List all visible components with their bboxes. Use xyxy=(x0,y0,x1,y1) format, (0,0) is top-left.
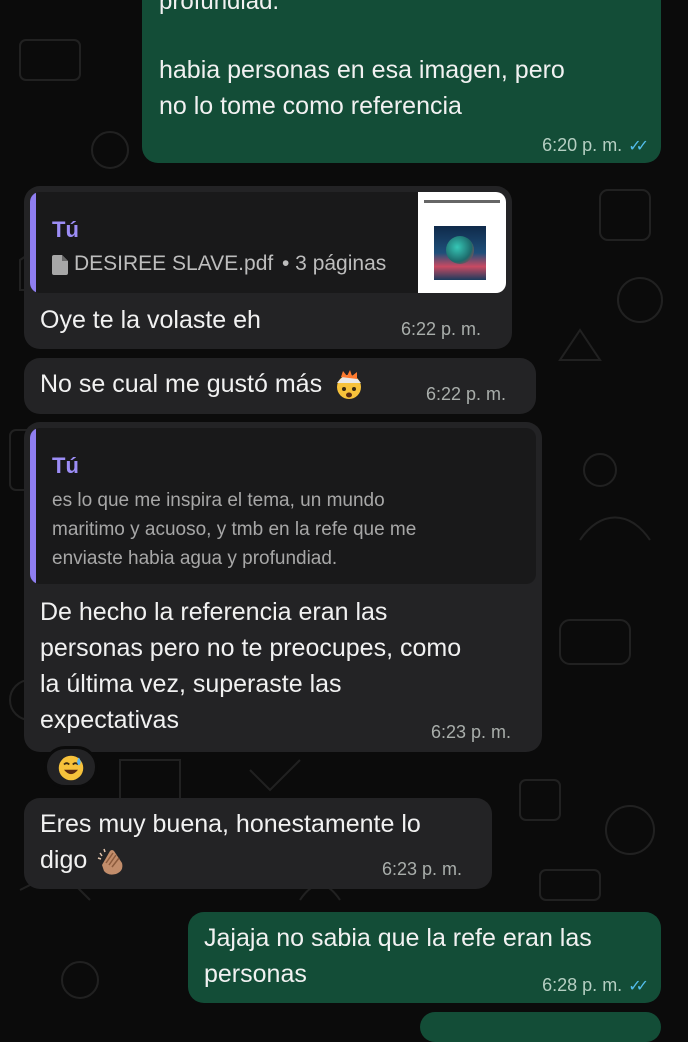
quote-accent-bar xyxy=(30,428,36,584)
document-thumbnail[interactable] xyxy=(418,192,506,293)
quoted-message[interactable]: Tú es lo que me inspira el tema, un mund… xyxy=(30,428,536,584)
read-receipt-icon: ✓✓ xyxy=(628,978,649,995)
message-text: habia personas en esa imagen, pero xyxy=(159,56,565,84)
message-text: digo xyxy=(40,842,128,878)
message-time: 6:22 p. m. xyxy=(401,319,482,339)
quote-text-line: es lo que me inspira el tema, un mundo xyxy=(52,490,385,511)
message-text: personas pero no te preocupes, como xyxy=(40,634,462,662)
message-text: no lo tome como referencia xyxy=(159,92,462,120)
message-text-content: No se cual me gustó más xyxy=(40,370,323,398)
message-bubble-incoming[interactable]: No se cual me gustó más 6:22 p. m. xyxy=(24,358,536,414)
reaction-badge[interactable] xyxy=(44,746,98,788)
quoted-message[interactable]: Tú DESIREE SLAVE.pdf • 3 páginas xyxy=(30,192,506,293)
quote-author: Tú xyxy=(52,217,79,242)
message-time: 6:23 p. m. xyxy=(431,722,512,742)
message-text: No se cual me gustó más xyxy=(40,366,365,402)
read-receipt-icon: ✓✓ xyxy=(628,138,649,155)
message-text: personas xyxy=(204,960,307,988)
quote-text-line: maritimo y acuoso, y tmb en la refe que … xyxy=(52,519,417,540)
message-meta: 6:20 p. m. ✓✓ xyxy=(542,135,649,156)
message-bubble-incoming[interactable]: Tú DESIREE SLAVE.pdf • 3 páginas Oye te … xyxy=(24,186,512,349)
message-time: 6:22 p. m. xyxy=(426,384,507,404)
thumbnail-artwork xyxy=(434,226,486,280)
message-bubble-incoming[interactable]: Tú es lo que me inspira el tema, un mund… xyxy=(24,422,542,752)
document-icon xyxy=(52,255,68,275)
quote-text-line: enviaste habia agua y profundiad. xyxy=(52,548,338,569)
message-text: la última vez, superaste las xyxy=(40,670,342,698)
thumbnail-header-line xyxy=(424,200,500,203)
message-text-content: digo xyxy=(40,846,88,874)
message-time: 6:23 p. m. xyxy=(382,859,463,879)
message-bubble-outgoing[interactable]: profundiad. habia personas en esa imagen… xyxy=(142,0,661,163)
message-meta: 6:28 p. m. ✓✓ xyxy=(542,975,649,996)
exploding-head-icon xyxy=(337,370,362,400)
message-bubble-outgoing[interactable]: Jajaja no sabia que la refe eran las per… xyxy=(188,912,661,1003)
message-bubble-incoming[interactable]: Eres muy buena, honestamente lo digo 6:2… xyxy=(24,798,492,889)
quote-author: Tú xyxy=(52,453,79,478)
sweat-smile-icon xyxy=(58,755,84,781)
message-time: 6:28 p. m. xyxy=(542,975,623,995)
clapping-hands-icon xyxy=(97,849,123,875)
quote-accent-bar xyxy=(30,192,36,293)
message-text: Oye te la volaste eh xyxy=(40,306,261,334)
message-text: Jajaja no sabia que la refe eran las xyxy=(204,924,592,952)
file-pages: • 3 páginas xyxy=(282,252,387,275)
message-text: expectativas xyxy=(40,706,179,734)
file-name: DESIREE SLAVE.pdf xyxy=(74,252,274,275)
message-text: De hecho la referencia eran las xyxy=(40,598,388,626)
message-text: Eres muy buena, honestamente lo xyxy=(40,810,421,838)
message-text: profundiad. xyxy=(159,0,280,15)
message-time: 6:20 p. m. xyxy=(542,135,623,155)
